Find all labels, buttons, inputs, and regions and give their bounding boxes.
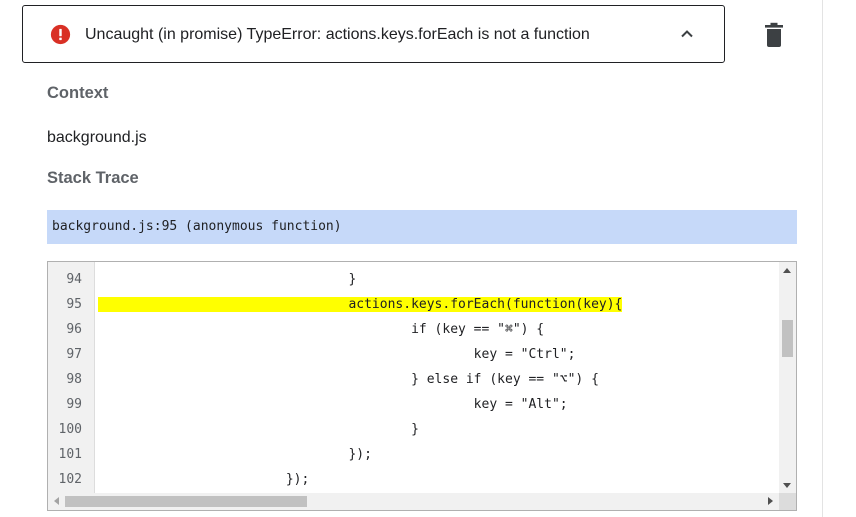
line-code: actions.keys.forEach(function(key){ — [98, 297, 623, 312]
line-number: 97 — [66, 347, 82, 362]
line-code: } else if (key == "⌥") { — [98, 372, 599, 387]
code-line: 98 } else if (key == "⌥") { — [48, 367, 779, 392]
line-number: 95 — [66, 297, 82, 312]
code-viewer: 94 } 95 actions.keys.forEach(function(key… — [47, 261, 797, 511]
line-number: 99 — [66, 397, 82, 412]
scroll-left-arrow-icon[interactable] — [54, 497, 59, 505]
line-code: key = "Alt"; — [98, 397, 568, 412]
line-number: 100 — [58, 422, 82, 437]
error-icon — [50, 24, 71, 45]
line-number: 102 — [58, 472, 82, 487]
stack-trace-heading: Stack Trace — [47, 169, 139, 187]
trash-icon[interactable] — [762, 22, 786, 48]
line-code: }); — [98, 472, 310, 487]
code-line: 97 key = "Ctrl"; — [48, 342, 779, 367]
code-line: 101 }); — [48, 442, 779, 467]
line-number: 94 — [66, 272, 82, 287]
line-code: if (key == "⌘") { — [98, 322, 545, 337]
line-code: }); — [98, 447, 372, 462]
error-header[interactable]: Uncaught (in promise) TypeError: actions… — [22, 5, 725, 63]
code-line: 94 } — [48, 267, 779, 292]
scroll-down-arrow-icon[interactable] — [783, 483, 791, 488]
horizontal-scroll-thumb[interactable] — [65, 496, 307, 507]
vertical-scroll-thumb[interactable] — [782, 320, 793, 357]
panel-divider — [822, 0, 823, 517]
chevron-up-icon[interactable] — [675, 22, 699, 46]
code-line: 99 key = "Alt"; — [48, 392, 779, 417]
error-details-page: Uncaught (in promise) TypeError: actions… — [0, 0, 856, 517]
code-line: 96 if (key == "⌘") { — [48, 317, 779, 342]
line-code: } — [98, 422, 419, 437]
scrollbar-corner — [779, 493, 796, 510]
code-line: 102 }); — [48, 467, 779, 492]
stack-frame[interactable]: background.js:95 (anonymous function) — [47, 210, 797, 244]
line-number: 101 — [58, 447, 82, 462]
context-value: background.js — [47, 129, 147, 146]
code-lines: 94 } 95 actions.keys.forEach(function(key… — [48, 267, 779, 492]
line-code: } — [98, 272, 357, 287]
vertical-scrollbar[interactable] — [779, 262, 796, 494]
line-code: key = "Ctrl"; — [98, 347, 576, 362]
line-number: 96 — [66, 322, 82, 337]
scroll-up-arrow-icon[interactable] — [783, 268, 791, 273]
error-message: Uncaught (in promise) TypeError: actions… — [85, 26, 590, 43]
horizontal-scrollbar[interactable] — [48, 493, 779, 510]
code-line: 95 actions.keys.forEach(function(key){ — [48, 292, 779, 317]
line-number: 98 — [66, 372, 82, 387]
context-heading: Context — [47, 84, 109, 102]
code-line: 100 } — [48, 417, 779, 442]
scroll-right-arrow-icon[interactable] — [768, 497, 773, 505]
